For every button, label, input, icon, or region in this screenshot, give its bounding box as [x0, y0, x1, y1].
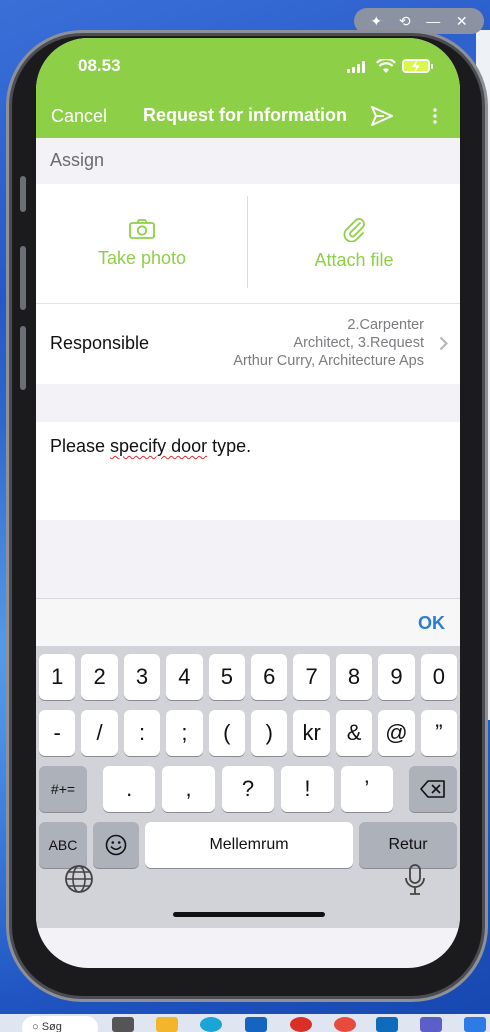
- emulator-window-controls: ✦ ⟲ — ✕: [354, 8, 484, 34]
- note-text-misspelled: specify door: [110, 436, 208, 456]
- key[interactable]: 5: [208, 654, 246, 700]
- taskbar-search-label: Søg: [41, 1021, 62, 1032]
- responsible-value: 2.Carpenter Architect, 3.Request Arthur …: [233, 316, 424, 370]
- chrome-icon[interactable]: [334, 1017, 356, 1032]
- edge-icon[interactable]: [200, 1017, 222, 1032]
- volume-down-button: [20, 326, 26, 390]
- rotate-icon[interactable]: ⟲: [394, 13, 416, 30]
- key[interactable]: -: [39, 710, 76, 756]
- key[interactable]: (: [208, 710, 246, 756]
- key[interactable]: ,: [162, 766, 215, 812]
- more-options-icon[interactable]: [432, 108, 438, 124]
- store-icon[interactable]: [376, 1017, 398, 1032]
- responsible-label: Responsible: [50, 333, 150, 353]
- keyboard-accessory-bar: OK: [36, 598, 460, 646]
- camera-icon: [129, 219, 155, 239]
- attach-file-label: Attach file: [314, 250, 394, 270]
- search-icon: ○: [32, 1021, 42, 1032]
- send-icon[interactable]: [370, 105, 394, 127]
- keyboard-system-row: [36, 852, 460, 928]
- section-spacer: [36, 384, 460, 422]
- file-explorer-icon[interactable]: [156, 1017, 178, 1032]
- teams-icon[interactable]: [420, 1017, 442, 1032]
- task-view-icon[interactable]: [112, 1017, 134, 1032]
- silent-switch: [20, 176, 26, 212]
- attach-file-button[interactable]: Attach file: [248, 184, 460, 303]
- app-header: 08.53 Cancel Request for information: [36, 38, 460, 138]
- responsible-value-line: Arthur Curry, Architecture Aps: [233, 353, 424, 369]
- chevron-right-icon: [439, 336, 448, 351]
- key[interactable]: !: [281, 766, 334, 812]
- status-time: 08.53: [78, 56, 121, 75]
- responsible-value-line: Architect, 3.Request: [293, 335, 424, 351]
- key[interactable]: /: [81, 710, 118, 756]
- battery-icon: [402, 59, 433, 73]
- home-indicator[interactable]: [173, 912, 325, 917]
- pin-icon[interactable]: ✦: [365, 13, 387, 30]
- key[interactable]: :: [123, 710, 161, 756]
- note-text-area[interactable]: Please specify door type.: [36, 422, 460, 520]
- keyboard-row-numbers: 1 2 3 4 5 6 7 8 9 0: [36, 654, 460, 700]
- ok-button[interactable]: OK: [418, 613, 445, 634]
- app-icon[interactable]: [464, 1017, 486, 1032]
- status-bar: 08.53: [36, 56, 460, 80]
- note-text-end: type.: [207, 436, 252, 456]
- key[interactable]: ’: [340, 766, 394, 812]
- keyboard-row-symbols: - / : ; ( ) kr & @ ”: [36, 710, 460, 756]
- cancel-button[interactable]: Cancel: [51, 106, 107, 127]
- phone-screen: 08.53 Cancel Request for information Ass…: [36, 38, 460, 968]
- content-spacer: [36, 520, 460, 598]
- wifi-icon: [376, 59, 396, 73]
- key[interactable]: 1: [39, 654, 76, 700]
- key[interactable]: kr: [293, 710, 330, 756]
- key[interactable]: 6: [251, 654, 288, 700]
- globe-icon[interactable]: [64, 864, 94, 894]
- delete-key[interactable]: [409, 766, 458, 812]
- minimize-icon[interactable]: —: [422, 13, 444, 29]
- outlook-icon[interactable]: [245, 1017, 267, 1032]
- attachment-actions: Take photo Attach file: [36, 184, 460, 304]
- key[interactable]: 2: [81, 654, 118, 700]
- key[interactable]: ”: [420, 710, 458, 756]
- microphone-icon[interactable]: [404, 864, 426, 896]
- signal-icon: [347, 61, 365, 73]
- key[interactable]: 9: [378, 654, 415, 700]
- responsible-value-line: 2.Carpenter: [347, 317, 424, 333]
- key[interactable]: ;: [166, 710, 203, 756]
- key[interactable]: ): [251, 710, 288, 756]
- key[interactable]: 7: [293, 654, 330, 700]
- take-photo-label: Take photo: [97, 248, 187, 268]
- close-icon[interactable]: ✕: [451, 13, 473, 30]
- key[interactable]: ?: [221, 766, 275, 812]
- key[interactable]: 4: [166, 654, 203, 700]
- actions-divider: [247, 196, 248, 288]
- app-icon[interactable]: [290, 1017, 312, 1032]
- navigation-bar: Cancel Request for information: [36, 104, 460, 130]
- key[interactable]: 8: [335, 654, 373, 700]
- responsible-row[interactable]: Responsible 2.Carpenter Architect, 3.Req…: [36, 304, 460, 384]
- take-photo-button[interactable]: Take photo: [36, 184, 248, 303]
- more-symbols-key[interactable]: #+=: [39, 766, 87, 812]
- backspace-icon: [420, 780, 445, 798]
- page-title: Request for information: [143, 105, 348, 125]
- key[interactable]: 3: [123, 654, 161, 700]
- key[interactable]: .: [103, 766, 156, 812]
- paperclip-icon: [343, 218, 365, 242]
- volume-up-button: [20, 246, 26, 310]
- key[interactable]: &: [335, 710, 373, 756]
- key[interactable]: 0: [420, 654, 458, 700]
- keyboard-row-punctuation: #+= . , ? ! ’: [36, 766, 460, 812]
- note-text-start: Please: [50, 436, 111, 456]
- key[interactable]: @: [378, 710, 415, 756]
- keyboard: 1 2 3 4 5 6 7 8 9 0 - / : ; ( ) kr & @ ”…: [36, 646, 460, 928]
- taskbar-search[interactable]: ○ Søg: [22, 1016, 98, 1032]
- assign-section-label: Assign: [36, 138, 460, 184]
- windows-taskbar: ○ Søg: [0, 1014, 490, 1032]
